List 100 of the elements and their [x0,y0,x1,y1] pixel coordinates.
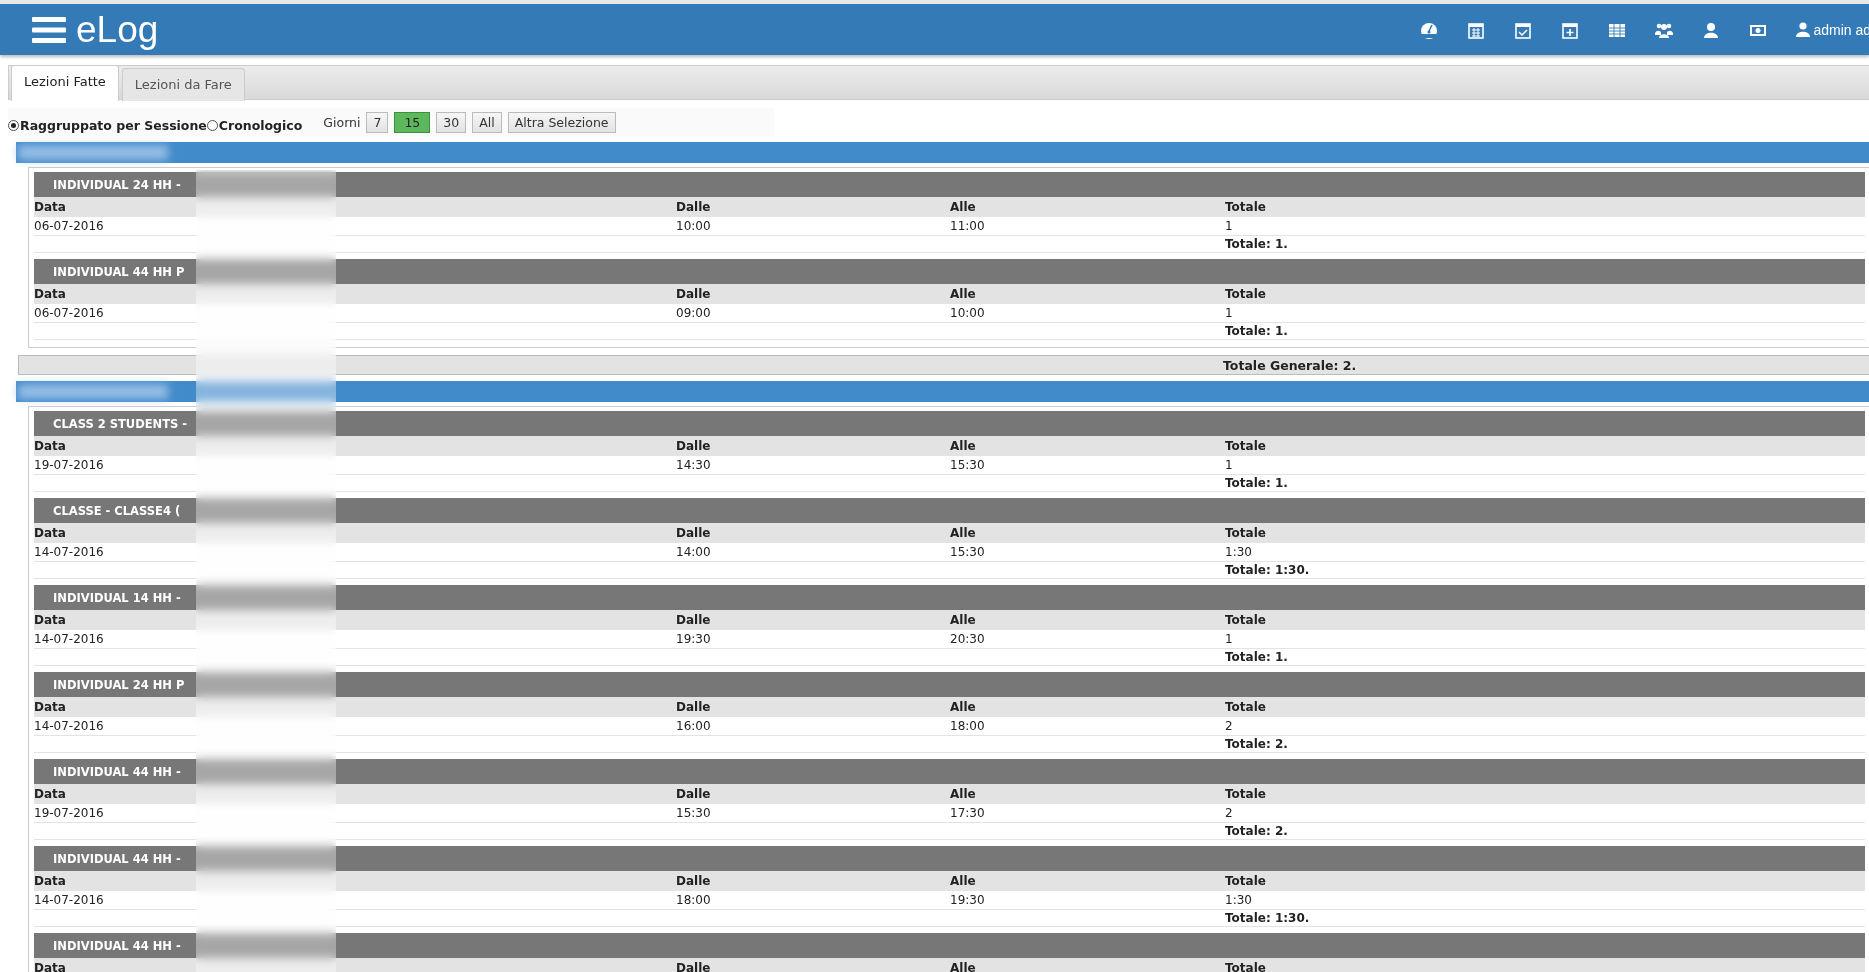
table-cell-text: 14-07-2016 [34,719,105,733]
tab[interactable]: Lezioni Fatte [11,65,119,101]
days-button[interactable]: 30 [436,111,467,133]
column-header: Data [34,699,67,714]
table-cell-text: 1:30 [1225,893,1253,907]
session-header: INDIVIDUAL 44 HH P [34,259,1865,284]
column-header: Alle [950,525,977,540]
table-cell-text: 2 [1225,806,1234,820]
session-total: Totale: 1. [1225,650,1289,664]
column-header: Totale [1225,286,1267,301]
days-button[interactable]: Altra Selezione [507,111,616,133]
table-cell-text: 10:00 [950,306,986,320]
session-header: INDIVIDUAL 24 HH - [34,172,1865,197]
table-cell-text: 1 [1225,458,1234,472]
dashboard-icon[interactable] [1420,20,1439,39]
table-cell-text: 09:00 [676,306,712,320]
session-header: INDIVIDUAL 24 HH P [34,672,1865,697]
column-header: Data [34,786,67,801]
column-header: Totale [1225,438,1267,453]
user-icon [1796,22,1811,37]
column-header: Dalle [676,873,712,888]
table-cell-text: 1 [1225,219,1234,233]
column-header: Data [34,960,67,972]
column-header: Dalle [676,960,712,972]
table-cell-text: 15:30 [950,545,986,559]
table-cell-text: 18:00 [676,893,712,907]
column-header: Dalle [676,438,712,453]
table-cell-text: 17:30 [950,806,986,820]
table-cell-text: 19-07-2016 [34,458,105,472]
column-header: Data [34,873,67,888]
table-cell-text: 14:00 [676,545,712,559]
calendar-plus-icon[interactable] [1561,20,1580,39]
days-button[interactable]: 15 [394,111,431,133]
column-header: Alle [950,699,977,714]
radio-label[interactable]: Cronologico [218,117,303,133]
session-total: Totale: 1. [1225,324,1289,338]
table-cell-text: 19:30 [950,893,986,907]
table-cell-text: 1 [1225,306,1234,320]
session-header: INDIVIDUAL 44 HH - [34,759,1865,784]
table-cell-text: 14-07-2016 [34,545,105,559]
session-total: Totale: 1. [1225,476,1289,490]
table-cell-text: 15:30 [676,806,712,820]
app-logo[interactable]: eLog [76,8,159,51]
column-header: Alle [950,438,977,453]
column-header: Alle [950,786,977,801]
grand-total: Totale Generale: 2. [1223,357,1358,373]
session-header: INDIVIDUAL 14 HH - [34,585,1865,610]
column-header: Totale [1225,960,1267,972]
session-header: INDIVIDUAL 44 HH - [34,933,1865,958]
column-header: Dalle [676,786,712,801]
column-header: Alle [950,199,977,214]
session-total: Totale: 1. [1225,237,1289,251]
calendar-icon[interactable] [1467,20,1486,39]
column-header: Dalle [676,612,712,627]
column-header: Alle [950,960,977,972]
column-header: Totale [1225,699,1267,714]
days-label: Giorni [323,114,361,130]
days-button[interactable]: 7 [366,111,389,133]
table-cell-text: 16:00 [676,719,712,733]
column-header: Dalle [676,699,712,714]
menu-icon[interactable] [32,15,66,44]
table-cell-text: 20:30 [950,632,986,646]
table-cell-text: 1 [1225,632,1234,646]
column-header: Alle [950,612,977,627]
column-header: Data [34,199,67,214]
column-header: Dalle [676,199,712,214]
column-header: Data [34,525,67,540]
calendar-check-icon[interactable] [1514,20,1533,39]
table-cell-text: 1:30 [1225,545,1253,559]
column-header: Totale [1225,525,1267,540]
column-header: Data [34,286,67,301]
column-header: Dalle [676,525,712,540]
column-header: Data [34,438,67,453]
column-header: Totale [1225,873,1267,888]
table-cell-text: 18:00 [950,719,986,733]
column-header: Totale [1225,786,1267,801]
table-cell-text: 19-07-2016 [34,806,105,820]
session-header: INDIVIDUAL 44 HH - [34,846,1865,871]
days-button[interactable]: All [472,111,502,133]
radio-label[interactable]: Raggruppato per Sessione [20,117,207,133]
session-total: Totale: 2. [1225,824,1289,838]
session-total: Totale: 1:30. [1225,563,1311,577]
table-cell-text: 10:00 [676,219,712,233]
table-cell-text: 15:30 [950,458,986,472]
table-cell-text: 11:00 [950,219,986,233]
table-cell-text: 14-07-2016 [34,632,105,646]
table-cell-text: 14-07-2016 [34,893,105,907]
user-icon[interactable] [1702,20,1721,39]
tab[interactable]: Lezioni da Fare [121,68,245,101]
column-header: Totale [1225,612,1267,627]
column-header: Totale [1225,199,1267,214]
table-cell-text: 19:30 [676,632,712,646]
session-total: Totale: 1:30. [1225,911,1311,925]
column-header: Data [34,612,67,627]
column-header: Dalle [676,286,712,301]
table-cell-text: 06-07-2016 [34,219,105,233]
column-header: Alle [950,873,977,888]
session-header: CLASS 2 STUDENTS - [34,411,1865,436]
session-total: Totale: 2. [1225,737,1289,751]
column-header: Alle [950,286,977,301]
